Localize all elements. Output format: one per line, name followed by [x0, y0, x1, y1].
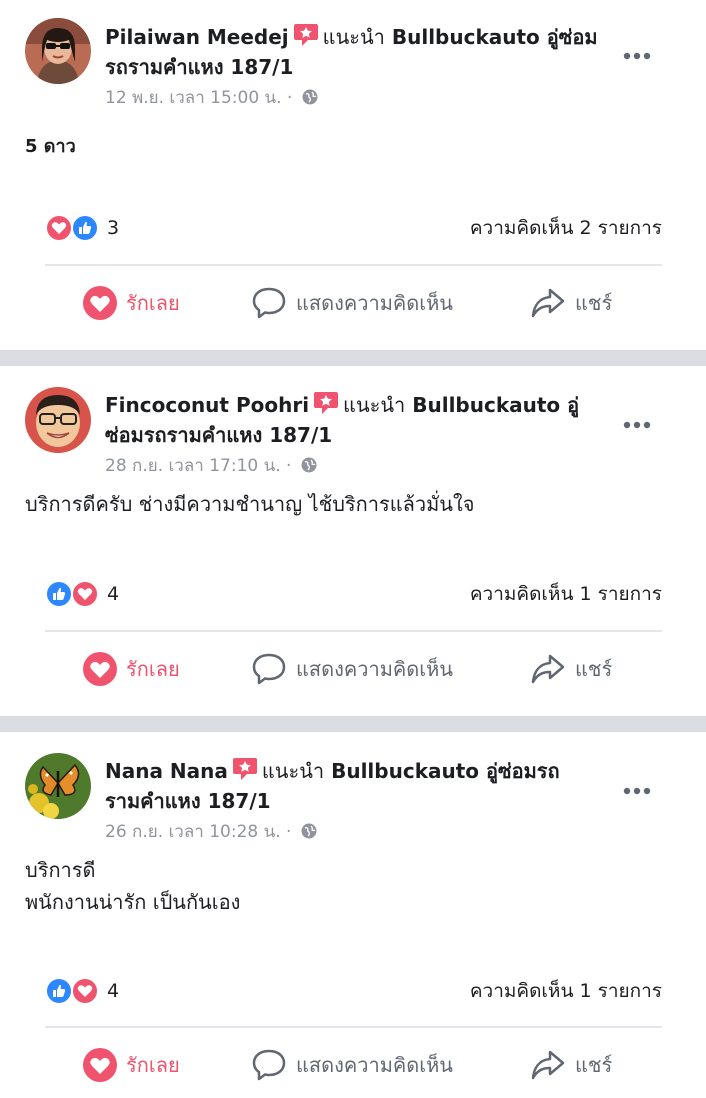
post-card: Fincoconut Poohri แนะนำ Bullbuckauto อู่ …: [0, 366, 706, 716]
globe-icon: [301, 457, 317, 473]
love-button[interactable]: รักเลย: [83, 649, 180, 689]
post-text: บริการดีครับ ช่างมีความชำนาญ ไช้บริการแล…: [25, 492, 475, 516]
share-arrow-icon: [531, 654, 565, 684]
love-button[interactable]: รักเลย: [83, 283, 180, 323]
reaction-summary[interactable]: 3: [45, 214, 119, 242]
more-options-icon[interactable]: [622, 46, 652, 60]
like-reaction-icon: [71, 214, 99, 242]
love-button-label: รักเลย: [126, 291, 180, 315]
post-text: 5 ดาว: [25, 136, 76, 157]
like-reaction-icon: [45, 977, 73, 1005]
author-name[interactable]: Nana Nana: [105, 759, 228, 783]
avatar[interactable]: [25, 18, 91, 84]
comment-button[interactable]: แสดงความคิดเห็น: [251, 649, 453, 689]
avatar[interactable]: [25, 387, 91, 453]
share-button-label: แชร์: [575, 657, 613, 681]
globe-icon: [302, 89, 318, 105]
comment-button[interactable]: แสดงความคิดเห็น: [251, 1045, 453, 1085]
reaction-count: 4: [107, 583, 120, 605]
post-separator: [0, 716, 706, 732]
post-meta: 26 ก.ย. เวลา 10:28 น. ·: [105, 821, 317, 843]
page-link[interactable]: Bullbuckauto อู่ซ่อม: [392, 25, 598, 49]
love-icon: [83, 286, 117, 320]
reaction-summary[interactable]: 4: [45, 580, 119, 608]
love-icon: [83, 1048, 117, 1082]
author-name[interactable]: Pilaiwan Meedej: [105, 25, 289, 49]
comment-button[interactable]: แสดงความคิดเห็น: [251, 283, 453, 323]
reaction-count: 4: [107, 980, 120, 1002]
post-meta: 12 พ.ย. เวลา 15:00 น. ·: [105, 87, 318, 109]
love-reaction-icon: [45, 214, 73, 242]
reaction-summary[interactable]: 4: [45, 977, 119, 1005]
globe-icon: [301, 823, 317, 839]
action-bar: รักเลย แสดงความคิดเห็น แชร์: [0, 1045, 706, 1085]
post-header: Fincoconut Poohri แนะนำ Bullbuckauto อู่ …: [105, 390, 600, 450]
share-button-label: แชร์: [575, 291, 613, 315]
post-card: Pilaiwan Meedej แนะนำ Bullbuckauto อู่ซ่อ…: [0, 0, 706, 350]
share-button[interactable]: แชร์: [530, 649, 612, 689]
recommend-badge-icon: [232, 757, 258, 781]
timestamp[interactable]: 28 ก.ย. เวลา 17:10 น. ·: [105, 456, 291, 476]
page-link-continued[interactable]: รามคำแหง 187/1: [105, 789, 271, 813]
share-arrow-icon: [531, 1050, 565, 1080]
avatar[interactable]: [25, 753, 91, 819]
recommend-verb: แนะนำ: [343, 393, 406, 417]
post-card: Nana Nana แนะนำ Bullbuckauto อู่ซ่อมรถ รา…: [0, 732, 706, 1098]
comment-button-label: แสดงความคิดเห็น: [296, 1053, 453, 1077]
more-options-icon[interactable]: [622, 781, 652, 795]
share-button-label: แชร์: [575, 1053, 613, 1077]
post-separator: [0, 350, 706, 366]
comment-icon: [252, 287, 286, 319]
reaction-count: 3: [107, 217, 120, 239]
comment-button-label: แสดงความคิดเห็น: [296, 291, 453, 315]
woman-sunglasses-avatar-icon: [25, 18, 91, 84]
recommend-verb: แนะนำ: [261, 759, 325, 783]
comments-count-link[interactable]: ความคิดเห็น 2 รายการ: [470, 214, 662, 242]
page-link-continued[interactable]: ซ่อมรถรามคำแหง 187/1: [105, 423, 332, 447]
post-text: บริการดี พนักงานน่ารัก เป็นกันเอง: [25, 858, 241, 914]
recommend-badge-icon: [293, 23, 319, 47]
like-reaction-icon: [45, 580, 73, 608]
divider: [45, 630, 662, 632]
reaction-icons: [45, 580, 103, 608]
recommend-verb: แนะนำ: [322, 25, 385, 49]
love-button-label: รักเลย: [126, 657, 180, 681]
author-name[interactable]: Fincoconut Poohri: [105, 393, 309, 417]
love-reaction-icon: [71, 580, 99, 608]
timestamp[interactable]: 26 ก.ย. เวลา 10:28 น. ·: [105, 822, 291, 842]
divider: [45, 264, 662, 266]
page-link[interactable]: Bullbuckauto อู่: [412, 393, 579, 417]
reaction-icons: [45, 977, 103, 1005]
butterfly-avatar-icon: [25, 753, 91, 819]
reaction-icons: [45, 214, 103, 242]
page-link[interactable]: Bullbuckauto อู่ซ่อมรถ: [331, 759, 560, 783]
page-link-continued[interactable]: รถรามคำแหง 187/1: [105, 55, 293, 79]
love-reaction-icon: [71, 977, 99, 1005]
more-options-icon[interactable]: [622, 415, 652, 429]
love-button[interactable]: รักเลย: [83, 1045, 180, 1085]
love-button-label: รักเลย: [126, 1053, 180, 1077]
comment-button-label: แสดงความคิดเห็น: [296, 657, 453, 681]
timestamp[interactable]: 12 พ.ย. เวลา 15:00 น. ·: [105, 88, 292, 108]
share-button[interactable]: แชร์: [530, 1045, 612, 1085]
post-header: Pilaiwan Meedej แนะนำ Bullbuckauto อู่ซ่อ…: [105, 22, 600, 82]
comment-icon: [252, 653, 286, 685]
post-header: Nana Nana แนะนำ Bullbuckauto อู่ซ่อมรถ รา…: [105, 756, 600, 816]
share-button[interactable]: แชร์: [530, 283, 612, 323]
comments-count-link[interactable]: ความคิดเห็น 1 รายการ: [470, 977, 662, 1005]
comments-count-link[interactable]: ความคิดเห็น 1 รายการ: [470, 580, 662, 608]
man-glasses-avatar-icon: [25, 387, 91, 453]
comment-icon: [252, 1049, 286, 1081]
recommend-badge-icon: [313, 391, 339, 415]
action-bar: รักเลย แสดงความคิดเห็น แชร์: [0, 283, 706, 323]
love-icon: [83, 652, 117, 686]
post-meta: 28 ก.ย. เวลา 17:10 น. ·: [105, 455, 317, 477]
divider: [45, 1026, 662, 1028]
share-arrow-icon: [531, 288, 565, 318]
action-bar: รักเลย แสดงความคิดเห็น แชร์: [0, 649, 706, 689]
